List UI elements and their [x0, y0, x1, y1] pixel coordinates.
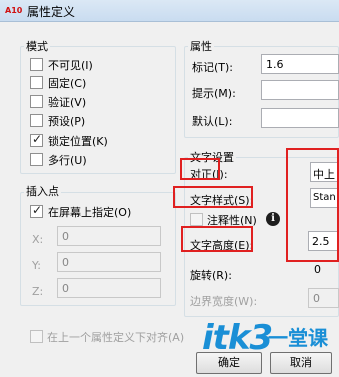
attribute-definition-dialog: A10 属性定义 模式 不可见(I) 固定(C) 验证(V) 预设(P) 锁定位…	[0, 0, 339, 377]
y-label: Y:	[32, 259, 41, 272]
watermark-brand: itk3	[202, 318, 273, 358]
watermark-cn: 一堂课	[268, 326, 328, 350]
info-icon[interactable]: i	[266, 212, 280, 226]
constant-checkbox[interactable]	[30, 76, 43, 89]
annotative-checkbox[interactable]	[190, 213, 203, 226]
align-below-checkbox[interactable]	[30, 330, 43, 343]
x-label: X:	[32, 233, 44, 246]
mode-group	[20, 46, 176, 174]
verify-label: 验证(V)	[48, 96, 87, 109]
tag-label: 标记(T):	[192, 61, 234, 74]
title-bar: A10 属性定义	[0, 0, 339, 22]
attribute-group-label: 属性	[188, 38, 214, 54]
mode-group-label: 模式	[24, 38, 50, 54]
preset-label: 预设(P)	[48, 115, 86, 128]
justify-highlight-box	[180, 158, 220, 180]
text-style-highlight-box	[173, 186, 253, 208]
invisible-checkbox[interactable]	[30, 58, 43, 71]
constant-label: 固定(C)	[48, 77, 87, 90]
default-label: 默认(L):	[192, 115, 233, 128]
lock-position-label: 锁定位置(K)	[48, 135, 108, 148]
rotation-value[interactable]: 0	[314, 263, 321, 276]
rotation-label: 旋转(R):	[190, 269, 232, 282]
specify-on-screen-checkbox[interactable]	[30, 203, 43, 218]
y-input[interactable]: 0	[57, 252, 161, 272]
cancel-button[interactable]: 取消	[270, 352, 332, 374]
align-below-label: 在上一个属性定义下对齐(A)	[47, 331, 185, 344]
prompt-label: 提示(M):	[192, 87, 236, 100]
multiline-label: 多行(U)	[48, 154, 87, 167]
values-highlight-box	[286, 148, 339, 262]
default-input[interactable]	[261, 108, 339, 128]
autocad-app-icon: A10	[5, 6, 23, 15]
text-height-highlight-box	[181, 226, 253, 252]
invisible-label: 不可见(I)	[48, 59, 93, 72]
boundary-width-label: 边界宽度(W):	[190, 295, 258, 308]
preset-checkbox[interactable]	[30, 114, 43, 127]
multiline-checkbox[interactable]	[30, 153, 43, 166]
z-label: Z:	[32, 285, 44, 298]
boundary-width-input[interactable]: 0	[308, 288, 339, 308]
window-title: 属性定义	[27, 5, 76, 19]
insertion-point-group-label: 插入点	[24, 183, 61, 199]
z-input[interactable]: 0	[57, 278, 161, 298]
verify-checkbox[interactable]	[30, 95, 43, 108]
specify-on-screen-label: 在屏幕上指定(O)	[48, 206, 132, 219]
prompt-input[interactable]	[261, 80, 339, 100]
x-input[interactable]: 0	[57, 226, 161, 246]
tag-input[interactable]: 1.6	[261, 54, 339, 74]
lock-position-checkbox[interactable]	[30, 132, 43, 147]
